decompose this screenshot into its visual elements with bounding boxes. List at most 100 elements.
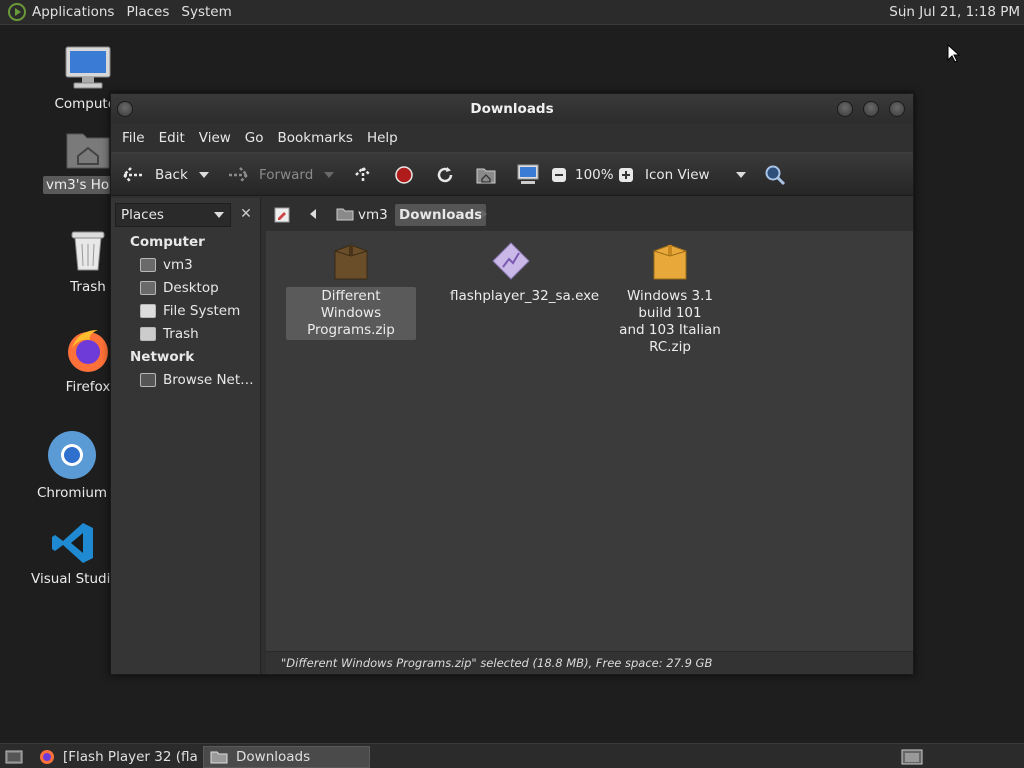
folder-icon	[210, 751, 228, 764]
archive-icon	[653, 244, 687, 280]
zoom-out-icon	[552, 168, 566, 182]
places-menu-label: Places	[126, 4, 170, 20]
chevron-down-icon	[324, 172, 334, 178]
desktop-icon-label: Firefox	[65, 379, 111, 395]
chevron-down-icon	[214, 212, 224, 218]
sidebar: Places ✕ Computer vm3 Desktop File Syste…	[111, 198, 261, 674]
system-menu[interactable]: System	[175, 0, 237, 25]
window-titlebar[interactable]: Downloads	[111, 94, 913, 124]
network-icon	[140, 373, 156, 387]
back-button[interactable]: Back	[121, 153, 188, 197]
status-bar: "Different Windows Programs.zip" selecte…	[266, 651, 913, 674]
forward-button[interactable]: Forward	[226, 153, 313, 197]
zoom-in-button[interactable]	[618, 153, 634, 197]
applications-menu[interactable]: Applications	[0, 0, 120, 25]
forward-history-dropdown[interactable]	[324, 153, 334, 197]
sidebar-item-trash[interactable]: Trash	[140, 326, 199, 342]
desktop-icon-chromium[interactable]: Chromium	[27, 430, 117, 506]
file-item[interactable]: flashplayer_32_sa.exe	[446, 241, 599, 306]
home-folder-icon	[336, 208, 354, 221]
sidebar-item-label: vm3	[163, 257, 193, 273]
desktop-icon-vscode[interactable]: Visual Studio Code	[28, 520, 118, 592]
sidebar-places-select[interactable]: Places	[115, 203, 231, 227]
menu-file[interactable]: File	[115, 130, 152, 146]
view-mode-label: Icon View	[645, 167, 710, 183]
sidebar-section-computer: Computer	[130, 234, 205, 250]
workspace-switcher[interactable]	[895, 746, 923, 768]
file-name: Different Windows Programs.zip	[286, 287, 416, 340]
distro-logo-icon	[8, 3, 26, 21]
view-mode-dropdown[interactable]	[736, 153, 746, 197]
zoom-level: 100%	[575, 153, 614, 197]
trash-icon	[68, 228, 108, 274]
taskbar-item-label: [Flash Player 32 (fla…	[63, 749, 198, 765]
search-button[interactable]	[764, 153, 786, 197]
home-button[interactable]	[475, 153, 497, 197]
places-menu[interactable]: Places	[120, 0, 175, 25]
sidebar-item-label: Trash	[163, 326, 199, 342]
sidebar-item-label: File System	[163, 303, 241, 319]
menu-go[interactable]: Go	[238, 130, 271, 146]
chevron-down-icon	[736, 172, 746, 178]
sidebar-section-network: Network	[130, 349, 195, 365]
show-desktop-button[interactable]	[2, 746, 26, 768]
window-menu-button[interactable]	[117, 101, 133, 117]
maximize-button[interactable]	[863, 101, 879, 117]
file-manager-window: Downloads File Edit View Go Bookmarks He…	[110, 93, 914, 675]
trash-icon	[140, 327, 156, 341]
menu-view[interactable]: View	[192, 130, 238, 146]
menu-edit[interactable]: Edit	[152, 130, 192, 146]
zoom-in-icon	[619, 168, 633, 182]
path-bar: vm3 Downloads	[266, 198, 913, 231]
search-icon	[765, 165, 786, 186]
computer-icon	[517, 164, 539, 184]
close-button[interactable]	[889, 101, 905, 117]
path-scroll-left-button[interactable]	[306, 204, 320, 226]
up-button[interactable]	[353, 153, 373, 197]
sidebar-item-browse-network[interactable]: Browse Net…	[140, 372, 254, 388]
sidebar-item-vm3[interactable]: vm3	[140, 257, 193, 273]
clock[interactable]: Sun Jul 21, 1:18 PM	[889, 0, 1020, 25]
executable-icon	[492, 242, 530, 280]
path-scroll-right-button[interactable]	[477, 204, 491, 226]
menu-bookmarks[interactable]: Bookmarks	[271, 130, 360, 146]
sidebar-close-button[interactable]: ✕	[235, 203, 257, 227]
file-icon-view[interactable]: Different Windows Programs.zip flashplaye…	[266, 231, 913, 651]
desktop-icon-label: Visual Studio Code	[31, 571, 118, 587]
path-crumb-downloads[interactable]: Downloads	[395, 204, 487, 226]
desktop-folder-icon	[140, 281, 156, 295]
menu-help[interactable]: Help	[360, 130, 405, 146]
reload-icon	[437, 167, 453, 183]
file-name: flashplayer_32_sa.exe	[450, 288, 600, 304]
toggle-location-entry-button[interactable]	[270, 204, 294, 226]
taskbar-item-flash-player[interactable]: [Flash Player 32 (fla…	[33, 746, 198, 768]
stop-button[interactable]	[394, 153, 414, 197]
edit-location-icon	[274, 207, 290, 223]
reload-button[interactable]	[435, 153, 455, 197]
path-crumb-label: Downloads	[399, 207, 483, 223]
bottom-panel: [Flash Player 32 (fla… Downloads	[0, 743, 1024, 768]
sidebar-item-file-system[interactable]: File System	[140, 303, 240, 319]
zoom-out-button[interactable]	[551, 153, 567, 197]
chevron-down-icon	[199, 172, 209, 178]
content-pane: vm3 Downloads Different Windows Programs.…	[266, 198, 913, 674]
back-history-dropdown[interactable]	[199, 153, 209, 197]
computer-button[interactable]	[516, 153, 540, 197]
sidebar-item-desktop[interactable]: Desktop	[140, 280, 219, 296]
chromium-icon	[47, 430, 97, 480]
path-crumb-label: vm3	[358, 207, 388, 223]
file-item[interactable]: Different Windows Programs.zip	[286, 241, 416, 340]
path-crumb-vm3[interactable]: vm3	[332, 204, 392, 226]
minimize-button[interactable]	[837, 101, 853, 117]
back-label: Back	[155, 167, 188, 183]
computer-icon	[64, 45, 112, 91]
zoom-level-label: 100%	[575, 167, 614, 183]
desktop-icon-label: Chromium	[36, 485, 108, 501]
toolbar: Back Forward 100% Icon View	[111, 152, 913, 196]
menubar: File Edit View Go Bookmarks Help	[111, 124, 913, 152]
home-folder-icon	[140, 258, 156, 272]
applications-menu-label: Applications	[32, 4, 115, 20]
file-item[interactable]: Windows 3.1 build 101 and 103 Italian RC.…	[605, 241, 735, 357]
home-folder-icon	[64, 128, 112, 172]
taskbar-item-downloads[interactable]: Downloads	[203, 746, 370, 768]
